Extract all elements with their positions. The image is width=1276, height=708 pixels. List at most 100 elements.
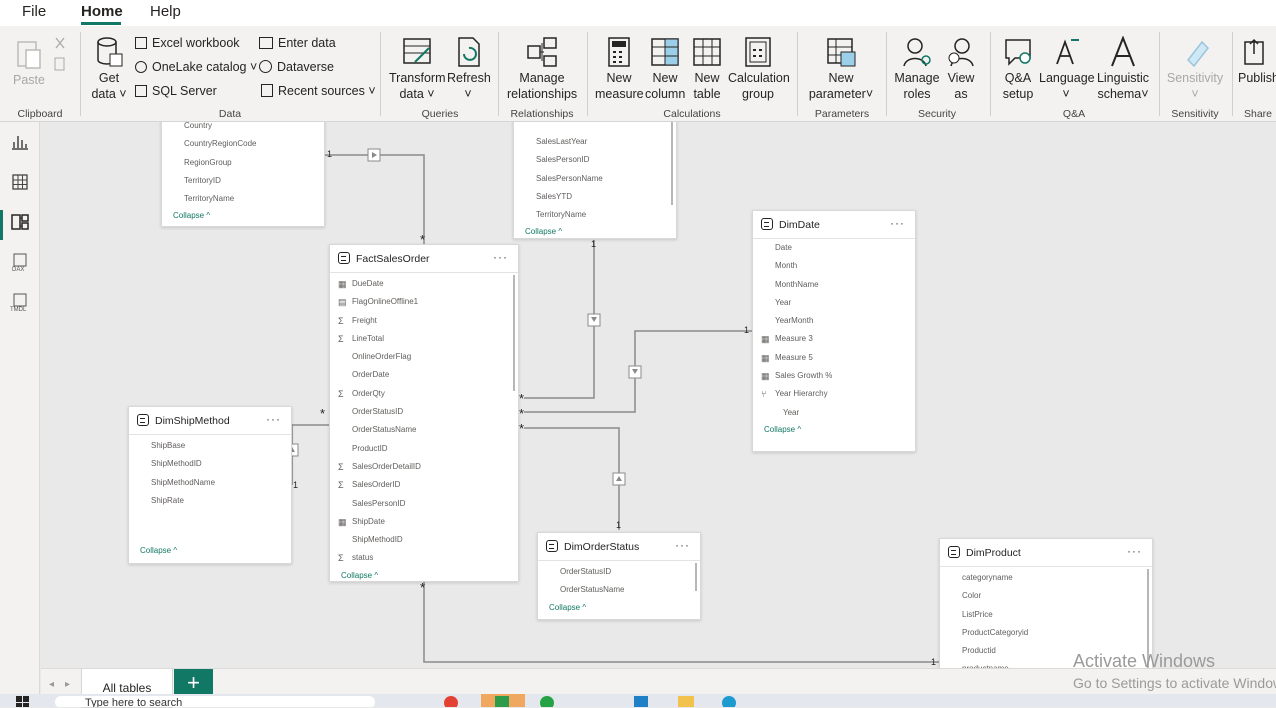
- manage-roles-button[interactable]: Manage roles: [893, 36, 941, 102]
- menu-home[interactable]: Home: [81, 3, 123, 20]
- field-row[interactable]: SalesPersonID: [330, 495, 518, 513]
- model-view-icon[interactable]: [10, 212, 30, 232]
- table-header[interactable]: DimShipMethod ···: [129, 407, 291, 435]
- field-row[interactable]: MonthName: [753, 276, 915, 294]
- new-table-button[interactable]: New table: [688, 36, 726, 102]
- field-row[interactable]: OnlineOrderFlag: [330, 348, 518, 366]
- field-row[interactable]: Σ Freight: [330, 312, 518, 330]
- more-options-icon[interactable]: ···: [890, 216, 905, 230]
- field-row[interactable]: ProductCategoryid: [940, 624, 1152, 642]
- enter-data-button[interactable]: Enter data: [259, 36, 336, 50]
- field-row[interactable]: ▦ Measure 3: [753, 330, 915, 348]
- scroll-right-icon[interactable]: ▸: [65, 679, 70, 690]
- view-as-button[interactable]: View as: [943, 36, 979, 102]
- refresh-button[interactable]: Refresh ˅: [447, 36, 491, 102]
- dax-query-view-icon[interactable]: DAX: [10, 252, 30, 272]
- field-row[interactable]: ShipRate: [129, 492, 291, 510]
- collapse-button[interactable]: Collapse ^: [162, 208, 324, 224]
- field-row[interactable]: Color: [940, 587, 1152, 605]
- field-row[interactable]: ProductID: [330, 440, 518, 458]
- more-options-icon[interactable]: ···: [675, 538, 690, 552]
- table-card-territory[interactable]: Country CountryRegionCode RegionGroup Te…: [161, 122, 325, 227]
- field-row[interactable]: SalesLastYear: [514, 133, 676, 151]
- field-row[interactable]: YearMonth: [753, 312, 915, 330]
- sql-server-button[interactable]: SQL Server: [135, 84, 217, 98]
- field-row[interactable]: Country: [162, 122, 324, 135]
- table-card-dimproduct[interactable]: DimProduct ··· categoryname Color ListPr…: [939, 538, 1153, 668]
- publish-button[interactable]: Publish: [1238, 36, 1276, 86]
- qa-setup-button[interactable]: Q&A setup: [998, 36, 1038, 102]
- get-data-button[interactable]: Get data ˅: [88, 36, 130, 102]
- manage-relationships-button[interactable]: Manage relationships: [507, 36, 577, 102]
- field-row[interactable]: ▦ Measure 5: [753, 349, 915, 367]
- new-measure-button[interactable]: New measure: [595, 36, 644, 102]
- file-explorer-icon[interactable]: [678, 696, 694, 707]
- table-card-salesperson[interactable]: SalesLastYear SalesPersonID SalesPersonN…: [513, 122, 677, 239]
- field-row[interactable]: OrderStatusName: [538, 581, 700, 599]
- calculation-group-button[interactable]: Calculation group: [728, 36, 790, 102]
- field-row[interactable]: SalesPersonID: [514, 151, 676, 169]
- field-row[interactable]: ShipMethodID: [330, 531, 518, 549]
- collapse-button[interactable]: Collapse ^: [330, 568, 518, 584]
- field-row[interactable]: SalesYTD: [514, 188, 676, 206]
- scrollbar[interactable]: [513, 275, 515, 391]
- rel-territory-fact[interactable]: [325, 154, 425, 244]
- field-row[interactable]: Σ SalesOrderID: [330, 476, 518, 494]
- recent-sources-button[interactable]: Recent sources ˅: [261, 84, 376, 98]
- field-row[interactable]: categoryname: [940, 569, 1152, 587]
- field-row[interactable]: TerritoryID: [162, 172, 324, 190]
- app-icon[interactable]: [495, 696, 509, 707]
- more-options-icon[interactable]: ···: [266, 412, 281, 426]
- field-row[interactable]: ShipBase: [129, 437, 291, 455]
- field-row[interactable]: Year: [753, 404, 915, 422]
- transform-data-button[interactable]: Transform data ˅: [389, 36, 446, 102]
- taskbar-search-input[interactable]: Type here to search: [55, 696, 375, 707]
- rel-orderstatus-fact[interactable]: [524, 427, 620, 530]
- collapse-button[interactable]: Collapse ^: [753, 422, 915, 438]
- dataverse-button[interactable]: Dataverse: [259, 60, 334, 74]
- field-row[interactable]: Σ OrderQty: [330, 385, 518, 403]
- field-row[interactable]: OrderStatusName: [330, 421, 518, 439]
- field-row[interactable]: CountryRegionCode: [162, 135, 324, 153]
- scroll-left-icon[interactable]: ◂: [49, 679, 54, 690]
- field-row[interactable]: RegionGroup: [162, 154, 324, 172]
- paste-button[interactable]: Paste: [10, 36, 48, 88]
- more-options-icon[interactable]: ···: [1127, 544, 1142, 558]
- field-row[interactable]: ▦ ShipDate: [330, 513, 518, 531]
- model-canvas[interactable]: 1 * 1 1 * * * * 1 1 * 1 Country CountryR…: [41, 122, 1276, 668]
- vscode-icon[interactable]: [634, 696, 648, 707]
- whatsapp-icon[interactable]: [540, 696, 554, 707]
- onelake-catalog-button[interactable]: OneLake catalog ˅: [135, 60, 257, 74]
- field-row[interactable]: ShipMethodID: [129, 455, 291, 473]
- report-view-icon[interactable]: [10, 132, 30, 152]
- chrome-icon[interactable]: [444, 696, 458, 707]
- field-row[interactable]: Date: [753, 239, 915, 257]
- windows-start-icon[interactable]: [16, 696, 30, 707]
- excel-workbook-button[interactable]: Excel workbook: [135, 36, 240, 50]
- field-row[interactable]: OrderDate: [330, 366, 518, 384]
- collapse-button[interactable]: Collapse ^: [129, 543, 177, 559]
- field-row[interactable]: ▦ DueDate: [330, 275, 518, 293]
- menu-help[interactable]: Help: [150, 3, 181, 20]
- field-row[interactable]: Σ SalesOrderDetailID: [330, 458, 518, 476]
- field-row[interactable]: Year: [753, 294, 915, 312]
- scrollbar[interactable]: [695, 563, 697, 591]
- edge-icon[interactable]: [722, 696, 736, 707]
- field-row[interactable]: ⑂ Year Hierarchy: [753, 385, 915, 403]
- field-row[interactable]: OrderStatusID: [538, 563, 700, 581]
- table-card-dimdate[interactable]: DimDate ··· Date Month MonthName Year Ye…: [752, 210, 916, 452]
- field-row[interactable]: ▤ FlagOnlineOffline1: [330, 293, 518, 311]
- table-header[interactable]: DimProduct ···: [940, 539, 1152, 567]
- table-card-factsalesorder[interactable]: FactSalesOrder ··· ▦ DueDate ▤ FlagOnlineO…: [329, 244, 519, 582]
- field-row[interactable]: ShipMethodName: [129, 474, 291, 492]
- table-header[interactable]: FactSalesOrder ···: [330, 245, 518, 273]
- collapse-button[interactable]: Collapse ^: [538, 600, 700, 616]
- table-card-dimorderstatus[interactable]: DimOrderStatus ··· OrderStatusID OrderSt…: [537, 532, 701, 620]
- menu-file[interactable]: File: [22, 3, 46, 20]
- table-view-icon[interactable]: [10, 172, 30, 192]
- cut-copy-icon[interactable]: [52, 36, 68, 76]
- field-row[interactable]: Σ LineTotal: [330, 330, 518, 348]
- new-parameter-button[interactable]: New parameter˅: [805, 36, 877, 102]
- field-row[interactable]: OrderStatusID: [330, 403, 518, 421]
- new-column-button[interactable]: New column: [645, 36, 685, 102]
